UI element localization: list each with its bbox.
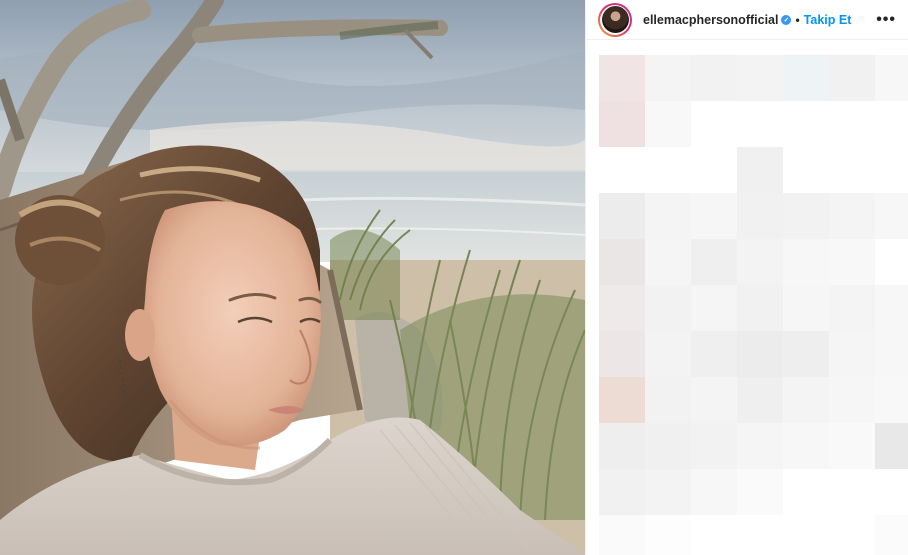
mosaic-cell bbox=[691, 331, 737, 377]
mosaic-cell bbox=[829, 515, 875, 555]
mosaic-cell bbox=[783, 423, 829, 469]
username-link[interactable]: ellemacphersonofficial ✓ bbox=[643, 12, 792, 27]
mosaic-cell bbox=[829, 285, 875, 331]
mosaic-cell bbox=[737, 469, 783, 515]
mosaic-cell bbox=[829, 377, 875, 423]
mosaic-cell bbox=[875, 423, 908, 469]
mosaic-cell bbox=[829, 423, 875, 469]
mosaic-cell bbox=[645, 377, 691, 423]
mosaic-cell bbox=[599, 285, 645, 331]
mosaic-cell bbox=[599, 193, 645, 239]
instagram-post: ellemacphersonofficial ✓ • Takip Et ••• bbox=[0, 0, 908, 555]
mosaic-cell bbox=[599, 423, 645, 469]
mosaic-cell bbox=[875, 147, 908, 193]
mosaic-cell bbox=[645, 193, 691, 239]
mosaic-cell bbox=[645, 423, 691, 469]
mosaic-cell bbox=[737, 423, 783, 469]
username-text: ellemacphersonofficial bbox=[643, 12, 779, 27]
mosaic-cell bbox=[645, 55, 691, 101]
mosaic-cell bbox=[829, 101, 875, 147]
mosaic-cell bbox=[737, 193, 783, 239]
mosaic-cell bbox=[829, 331, 875, 377]
mosaic-cell bbox=[737, 285, 783, 331]
mosaic-cell bbox=[875, 331, 908, 377]
mosaic-cell bbox=[645, 285, 691, 331]
verified-badge-icon: ✓ bbox=[781, 15, 792, 26]
mosaic-cell bbox=[875, 193, 908, 239]
mosaic-cell bbox=[599, 147, 645, 193]
separator-dot: • bbox=[795, 12, 800, 27]
mosaic-cell bbox=[737, 377, 783, 423]
mosaic-cell bbox=[599, 469, 645, 515]
ellipsis-icon[interactable]: ••• bbox=[876, 11, 896, 29]
mosaic-cell bbox=[783, 515, 829, 555]
avatar-ring bbox=[600, 4, 630, 35]
mosaic-cell bbox=[783, 101, 829, 147]
post-side-panel: ellemacphersonofficial ✓ • Takip Et ••• bbox=[585, 0, 908, 555]
mosaic-cell bbox=[691, 193, 737, 239]
mosaic-cell bbox=[645, 147, 691, 193]
mosaic-cell bbox=[599, 101, 645, 147]
mosaic-cell bbox=[645, 515, 691, 555]
mosaic-cell bbox=[645, 331, 691, 377]
mosaic-cell bbox=[829, 55, 875, 101]
mosaic-cell bbox=[783, 239, 829, 285]
mosaic-cell bbox=[691, 377, 737, 423]
mosaic-cell bbox=[737, 239, 783, 285]
mosaic-cell bbox=[599, 55, 645, 101]
mosaic-cell bbox=[875, 55, 908, 101]
mosaic-cell bbox=[829, 239, 875, 285]
mosaic-cell bbox=[691, 239, 737, 285]
mosaic-cell bbox=[783, 469, 829, 515]
mosaic-cell bbox=[875, 285, 908, 331]
mosaic-cell bbox=[875, 515, 908, 555]
mosaic-cell bbox=[737, 101, 783, 147]
mosaic-cell bbox=[783, 193, 829, 239]
mosaic-cell bbox=[737, 55, 783, 101]
pixelated-comments bbox=[599, 55, 908, 555]
mosaic-cell bbox=[875, 377, 908, 423]
mosaic-cell bbox=[691, 469, 737, 515]
mosaic-cell bbox=[783, 55, 829, 101]
mosaic-cell bbox=[783, 285, 829, 331]
mosaic-cell bbox=[829, 193, 875, 239]
mosaic-cell bbox=[691, 147, 737, 193]
mosaic-cell bbox=[783, 331, 829, 377]
follow-button[interactable]: Takip Et bbox=[804, 13, 852, 27]
mosaic-cell bbox=[875, 101, 908, 147]
selfie-photo bbox=[0, 0, 585, 555]
mosaic-cell bbox=[691, 423, 737, 469]
mosaic-cell bbox=[645, 469, 691, 515]
mosaic-cell bbox=[645, 101, 691, 147]
mosaic-cell bbox=[737, 515, 783, 555]
mosaic-cell bbox=[599, 377, 645, 423]
mosaic-cell bbox=[645, 239, 691, 285]
post-photo[interactable] bbox=[0, 0, 585, 555]
mosaic-cell bbox=[829, 469, 875, 515]
mosaic-cell bbox=[599, 239, 645, 285]
mosaic-cell bbox=[875, 469, 908, 515]
post-header: ellemacphersonofficial ✓ • Takip Et ••• bbox=[586, 0, 908, 40]
mosaic-cell bbox=[737, 331, 783, 377]
mosaic-cell bbox=[691, 515, 737, 555]
mosaic-cell bbox=[691, 55, 737, 101]
mosaic-cell bbox=[783, 147, 829, 193]
mosaic-cell bbox=[599, 515, 645, 555]
mosaic-cell bbox=[783, 377, 829, 423]
mosaic-cell bbox=[737, 147, 783, 193]
avatar-photo bbox=[601, 6, 629, 33]
mosaic-cell bbox=[599, 331, 645, 377]
mosaic-cell bbox=[875, 239, 908, 285]
mosaic-cell bbox=[829, 147, 875, 193]
mosaic-cell bbox=[691, 285, 737, 331]
avatar[interactable] bbox=[598, 2, 632, 37]
mosaic-cell bbox=[691, 101, 737, 147]
